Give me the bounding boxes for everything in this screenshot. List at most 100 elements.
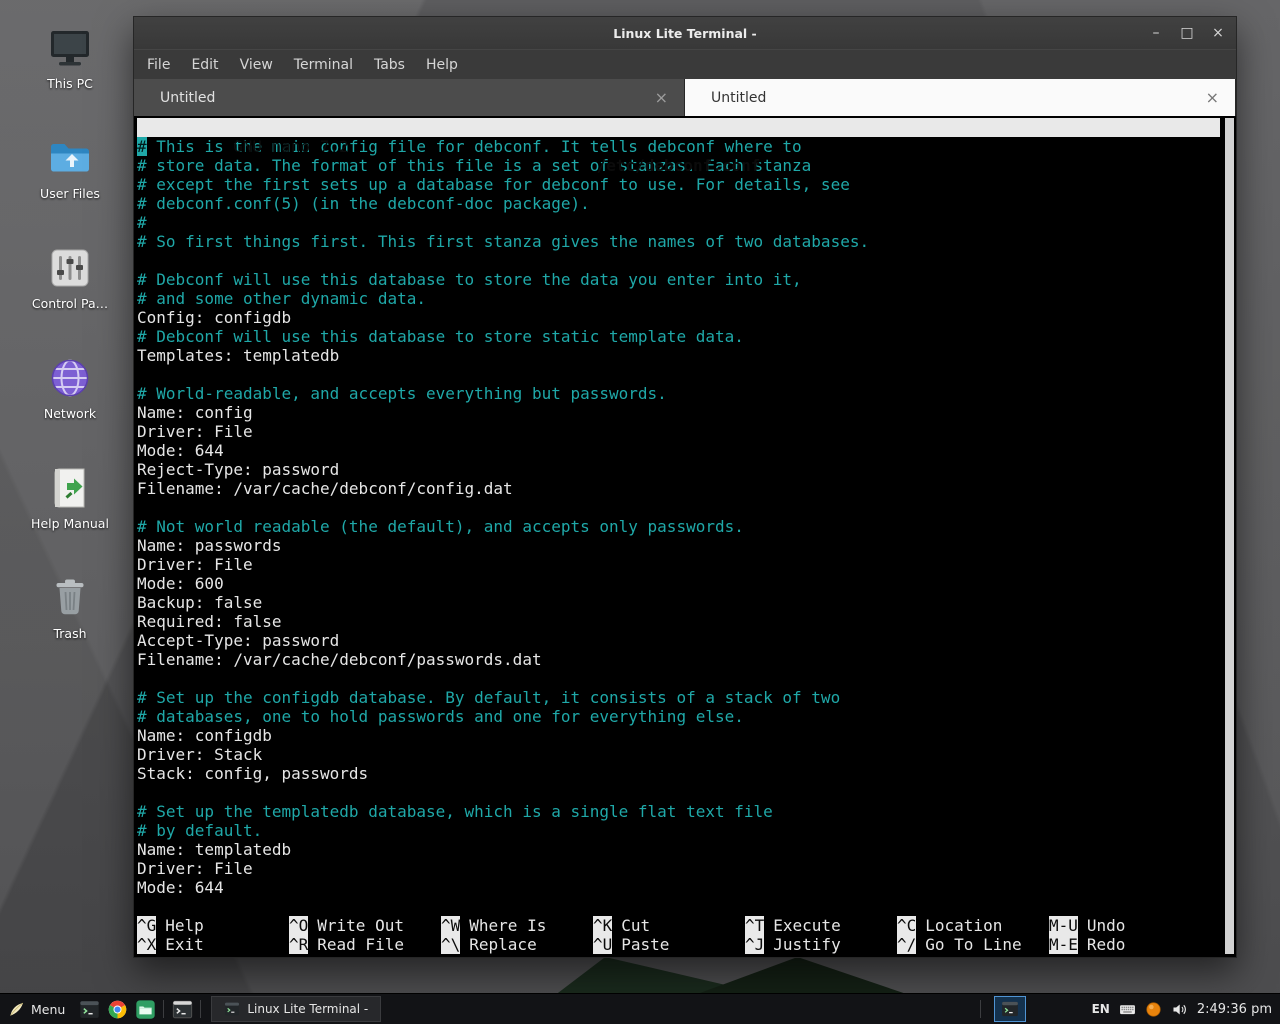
volume-icon[interactable] [1171, 1001, 1188, 1018]
nano-line: # except the first sets up a database fo… [137, 175, 1220, 194]
desktop-icon-label: This PC [47, 76, 93, 91]
nano-shortcut-replace: ^\Replace [441, 935, 593, 954]
nano-shortcut-where-is: ^WWhere Is [441, 916, 593, 935]
terminal-launcher-2[interactable] [168, 995, 196, 1023]
desktop-icon-help-manual[interactable]: Help Manual [24, 464, 116, 534]
system-tray: EN 2:49:36 pm [976, 994, 1280, 1024]
nano-shortcut-exit: ^XExit [137, 935, 289, 954]
language-indicator[interactable]: EN [1092, 1002, 1110, 1016]
terminal-icon [224, 1001, 240, 1017]
close-button[interactable]: × [1210, 25, 1226, 41]
menu-item-terminal[interactable]: Terminal [294, 57, 353, 73]
tab-close-icon[interactable]: × [655, 90, 668, 106]
desktop-icon-this-pc[interactable]: This PC [24, 24, 116, 94]
nano-line: Required: false [137, 612, 1220, 631]
file-manager-launcher[interactable] [131, 995, 159, 1023]
globe-icon [46, 354, 94, 402]
nano-line: Backup: false [137, 593, 1220, 612]
nano-titlebar: GNU nano 7.2 /etc/debconf.conf [137, 118, 1220, 137]
linux-lite-logo-icon [8, 1001, 25, 1018]
nano-line: Mode: 600 [137, 574, 1220, 593]
taskbar-separator [980, 1000, 981, 1018]
window-titlebar[interactable]: Linux Lite Terminal - – □ × [134, 17, 1236, 49]
nano-line: Name: passwords [137, 536, 1220, 555]
desktop-icon-trash[interactable]: Trash [24, 574, 116, 644]
nano-line [137, 783, 1220, 802]
nano-line: Accept-Type: password [137, 631, 1220, 650]
desktop-icons: This PC User Files Control Pa… Network Help … [24, 24, 116, 644]
nano-line [137, 669, 1220, 688]
nano-line: Name: templatedb [137, 840, 1220, 859]
nano-shortcuts: ^GHelp^OWrite Out^WWhere Is^KCut^TExecut… [137, 916, 1220, 954]
desktop-icon-label: Control Pa… [32, 296, 108, 311]
tab-label: Untitled [160, 90, 215, 106]
trash-icon [46, 574, 94, 622]
chrome-icon [107, 999, 128, 1020]
window-controls: – □ × [1148, 17, 1226, 49]
nano-line: Reject-Type: password [137, 460, 1220, 479]
tab-bar: Untitled × Untitled × [134, 79, 1236, 116]
desktop-icon-control-panel[interactable]: Control Pa… [24, 244, 116, 314]
nano-body: # This is the main config file for debco… [137, 137, 1220, 897]
nano-line: Stack: config, passwords [137, 764, 1220, 783]
nano-shortcut-cut: ^KCut [593, 916, 745, 935]
nano-line: Name: config [137, 403, 1220, 422]
nano-line: # Not world readable (the default), and … [137, 517, 1220, 536]
notification-icon[interactable] [1145, 1001, 1162, 1018]
menu-item-edit[interactable]: Edit [191, 57, 218, 73]
nano-line: # [137, 213, 1220, 232]
nano-shortcut-redo: M-ERedo [1049, 935, 1125, 954]
minimize-button[interactable]: – [1148, 25, 1164, 41]
nano-version: GNU nano 7.2 [214, 137, 349, 156]
tab-2[interactable]: Untitled × [685, 79, 1236, 116]
menu-button[interactable]: Menu [0, 994, 75, 1024]
tab-1[interactable]: Untitled × [134, 79, 685, 116]
scrollbar[interactable] [1225, 118, 1234, 954]
nano-shortcut-paste: ^UPaste [593, 935, 745, 954]
nano-line: # So first things first. This first stan… [137, 232, 1220, 251]
nano-line: # World-readable, and accepts everything… [137, 384, 1220, 403]
desktop-icon-label: User Files [40, 186, 100, 201]
terminal-launcher[interactable] [75, 995, 103, 1023]
nano-shortcut-read-file: ^RRead File [289, 935, 441, 954]
terminal-alt-icon [172, 999, 193, 1020]
tray-terminal-icon[interactable] [994, 996, 1026, 1022]
nano-line: Filename: /var/cache/debconf/passwords.d… [137, 650, 1220, 669]
nano-line: # debconf.conf(5) (in the debconf-doc pa… [137, 194, 1220, 213]
menu-item-help[interactable]: Help [426, 57, 458, 73]
desktop: This PC User Files Control Pa… Network Help … [0, 0, 1280, 1024]
nano-line: Config: configdb [137, 308, 1220, 327]
menu-item-view[interactable]: View [240, 57, 273, 73]
keyboard-icon[interactable] [1119, 1001, 1136, 1018]
menu-item-file[interactable]: File [147, 57, 170, 73]
desktop-icon-label: Trash [53, 626, 86, 641]
taskbar-separator [163, 1000, 164, 1018]
terminal-view[interactable]: GNU nano 7.2 /etc/debconf.conf # This is… [134, 116, 1236, 957]
taskbar-window-button[interactable]: Linux Lite Terminal - [211, 996, 381, 1022]
nano-line [137, 365, 1220, 384]
nano-line: Driver: Stack [137, 745, 1220, 764]
tab-close-icon[interactable]: × [1206, 90, 1219, 106]
file-manager-icon [135, 999, 156, 1020]
nano-line: # databases, one to hold passwords and o… [137, 707, 1220, 726]
nano-line: Filename: /var/cache/debconf/config.dat [137, 479, 1220, 498]
nano-line [137, 498, 1220, 517]
nano-shortcut-location: ^CLocation [897, 916, 1049, 935]
desktop-icon-user-files[interactable]: User Files [24, 134, 116, 204]
desktop-icon-label: Network [44, 406, 96, 421]
nano-line: Name: configdb [137, 726, 1220, 745]
nano-line: Mode: 644 [137, 441, 1220, 460]
desktop-icon-network[interactable]: Network [24, 354, 116, 424]
control-panel-icon [46, 244, 94, 292]
terminal-window: Linux Lite Terminal - – □ × File Edit View… [133, 16, 1237, 958]
maximize-button[interactable]: □ [1179, 25, 1195, 41]
nano-line: Driver: File [137, 555, 1220, 574]
tab-label: Untitled [711, 90, 766, 106]
chrome-launcher[interactable] [103, 995, 131, 1023]
nano-line: Templates: templatedb [137, 346, 1220, 365]
menu-label: Menu [31, 1002, 65, 1017]
tray-spacer [1035, 1009, 1083, 1010]
menu-item-tabs[interactable]: Tabs [374, 57, 405, 73]
clock[interactable]: 2:49:36 pm [1197, 1002, 1272, 1017]
taskbar-separator [200, 1000, 201, 1018]
